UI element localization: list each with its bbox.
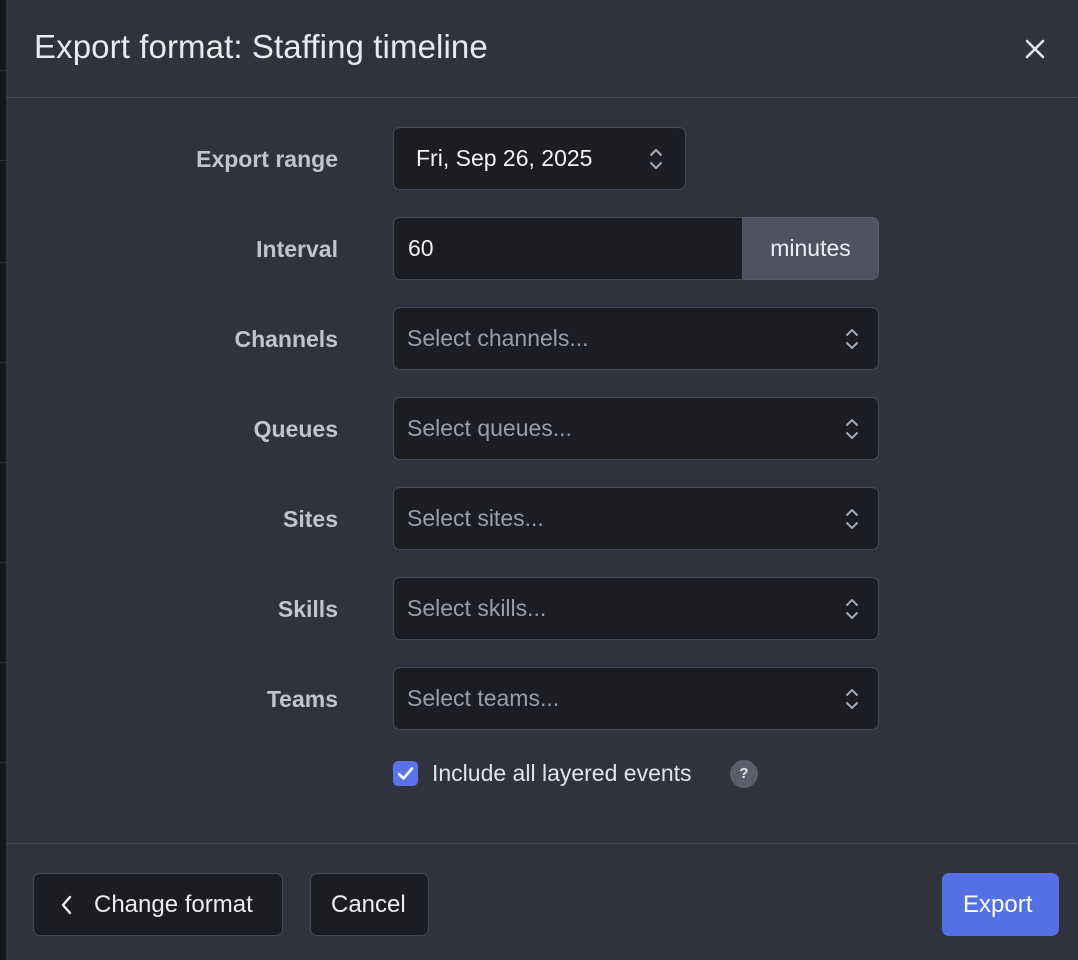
up-down-chevron-icon bbox=[650, 149, 662, 169]
export-format-dialog: Export format: Staffing timeline Export … bbox=[6, 0, 1078, 960]
skills-label: Skills bbox=[277, 596, 338, 622]
queues-placeholder: Select queues... bbox=[407, 415, 572, 441]
chevron-left-icon bbox=[61, 895, 72, 915]
change-format-button[interactable]: Change format bbox=[33, 873, 283, 936]
up-down-chevron-icon bbox=[846, 419, 858, 439]
dialog-header: Export format: Staffing timeline bbox=[6, 0, 1078, 98]
channels-select[interactable]: Select channels... bbox=[393, 307, 879, 370]
up-down-chevron-icon bbox=[846, 689, 858, 709]
dialog-title: Export format: Staffing timeline bbox=[34, 28, 488, 65]
interval-unit-addon: minutes bbox=[742, 217, 879, 280]
change-format-label: Change format bbox=[94, 891, 253, 918]
teams-placeholder: Select teams... bbox=[407, 685, 560, 711]
teams-select[interactable]: Select teams... bbox=[393, 667, 879, 730]
sites-placeholder: Select sites... bbox=[407, 505, 544, 531]
channels-placeholder: Select channels... bbox=[407, 325, 589, 351]
export-range-value: Fri, Sep 26, 2025 bbox=[416, 145, 593, 171]
teams-label: Teams bbox=[266, 686, 338, 712]
channels-label: Channels bbox=[234, 326, 338, 352]
sites-select[interactable]: Select sites... bbox=[393, 487, 879, 550]
queues-label: Queues bbox=[253, 416, 338, 442]
include-layered-events-label[interactable]: Include all layered events bbox=[432, 760, 692, 787]
interval-input[interactable]: 60 bbox=[393, 217, 743, 280]
export-range-select[interactable]: Fri, Sep 26, 2025 bbox=[393, 127, 686, 190]
sites-label: Sites bbox=[283, 506, 338, 532]
up-down-chevron-icon bbox=[846, 599, 858, 619]
interval-value: 60 bbox=[408, 235, 434, 261]
cancel-button[interactable]: Cancel bbox=[310, 873, 429, 936]
up-down-chevron-icon bbox=[846, 509, 858, 529]
close-button[interactable] bbox=[1020, 34, 1050, 64]
up-down-chevron-icon bbox=[846, 329, 858, 349]
export-button[interactable]: Export bbox=[942, 873, 1059, 936]
checkmark-icon bbox=[397, 767, 414, 780]
close-icon bbox=[1025, 39, 1045, 59]
footer-divider bbox=[6, 843, 1078, 844]
export-label: Export bbox=[963, 891, 1033, 918]
cancel-label: Cancel bbox=[331, 891, 406, 918]
include-layered-events-checkbox[interactable] bbox=[393, 761, 418, 786]
help-icon[interactable]: ? bbox=[730, 760, 758, 788]
queues-select[interactable]: Select queues... bbox=[393, 397, 879, 460]
interval-label: Interval bbox=[256, 236, 338, 262]
skills-placeholder: Select skills... bbox=[407, 595, 547, 621]
skills-select[interactable]: Select skills... bbox=[393, 577, 879, 640]
export-range-label: Export range bbox=[196, 146, 338, 172]
